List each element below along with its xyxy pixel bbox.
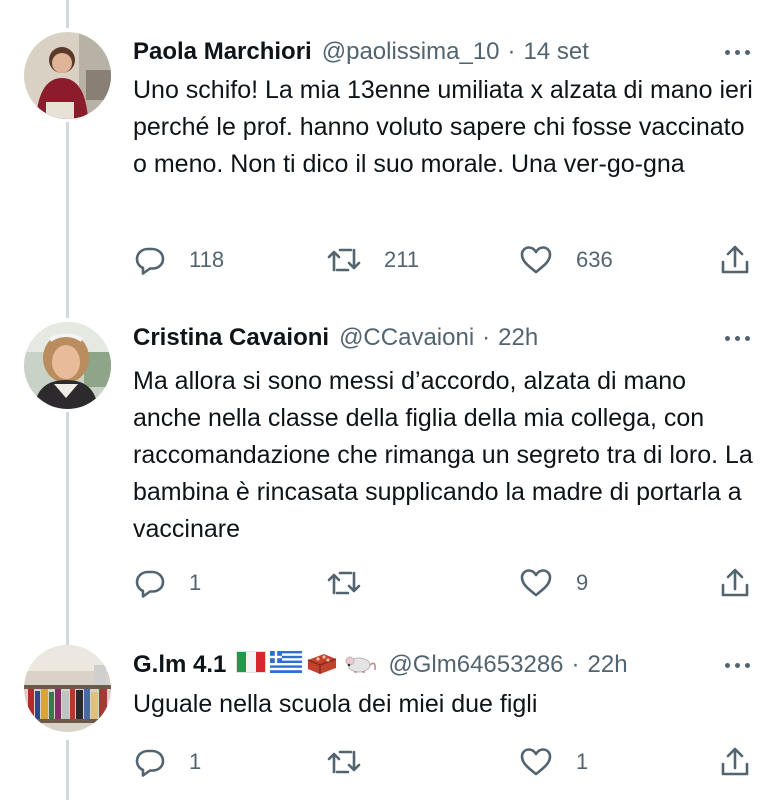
- brick-icon: [306, 650, 338, 681]
- more-options-icon[interactable]: [717, 42, 757, 62]
- like-button[interactable]: 1: [518, 742, 588, 782]
- like-count: 1: [576, 749, 589, 774]
- retweet-icon: [326, 243, 362, 277]
- display-name[interactable]: G.lm 4.1: [133, 651, 226, 679]
- tweet-actions: 118 211 636: [133, 240, 758, 280]
- tweet-text: Uguale nella scuola dei miei due figli: [133, 690, 538, 718]
- retweet-button[interactable]: [326, 742, 384, 782]
- reply-button[interactable]: 1: [133, 563, 201, 603]
- share-button[interactable]: [718, 742, 752, 782]
- reply-count: 118: [189, 247, 225, 272]
- retweet-button[interactable]: 211: [326, 240, 419, 280]
- tweet-header: Paola Marchiori @paolissima_10 · 14 set: [133, 36, 589, 68]
- timestamp[interactable]: 22h: [588, 651, 628, 679]
- timestamp[interactable]: 14 set: [524, 38, 589, 66]
- separator: ·: [571, 651, 580, 678]
- user-handle[interactable]: @Glm64653286: [388, 651, 563, 679]
- avatar[interactable]: [24, 32, 111, 119]
- retweet-count: 211: [384, 247, 420, 272]
- reply-count: 1: [189, 749, 202, 774]
- retweet-icon: [326, 745, 362, 779]
- tweet-text: Ma allora si sono messi d’accordo, alzat…: [133, 367, 753, 543]
- share-icon: [718, 745, 752, 779]
- like-icon: [518, 745, 554, 779]
- like-count: 9: [576, 570, 589, 595]
- like-count: 636: [576, 247, 613, 272]
- more-options-icon[interactable]: [717, 328, 757, 348]
- reply-icon: [133, 745, 167, 779]
- tweet[interactable]: Cristina Cavaioni @CCavaioni · 22h Ma al…: [0, 305, 780, 635]
- like-icon: [518, 566, 554, 600]
- user-handle[interactable]: @CCavaioni: [339, 324, 474, 352]
- display-name[interactable]: Cristina Cavaioni: [133, 324, 329, 352]
- share-button[interactable]: [718, 563, 752, 603]
- flag-italy-icon: [236, 650, 267, 680]
- tweet-header: G.lm 4.1 @Glm64653286 · 22h: [133, 649, 628, 681]
- separator: ·: [482, 324, 491, 351]
- avatar[interactable]: [24, 645, 111, 732]
- user-handle[interactable]: @paolissima_10: [322, 38, 500, 66]
- like-button[interactable]: 636: [518, 240, 613, 280]
- tweet-actions: 1 1: [133, 742, 758, 782]
- tweet-text: Uno schifo! La mia 13enne umiliata x alz…: [133, 76, 753, 178]
- retweet-button[interactable]: [326, 563, 384, 603]
- like-icon: [518, 243, 554, 277]
- tweet[interactable]: G.lm 4.1 @Glm64653286 · 22h Uguale nella…: [0, 635, 780, 800]
- flag-greece-icon: [270, 650, 303, 680]
- more-options-icon[interactable]: [717, 655, 757, 675]
- reply-button[interactable]: 1: [133, 742, 201, 782]
- share-icon: [718, 566, 752, 600]
- share-button[interactable]: [718, 240, 752, 280]
- tweet[interactable]: Paola Marchiori @paolissima_10 · 14 set …: [0, 0, 780, 305]
- reply-icon: [133, 566, 167, 600]
- tweet-header: Cristina Cavaioni @CCavaioni · 22h: [133, 322, 538, 354]
- reply-icon: [133, 243, 167, 277]
- like-button[interactable]: 9: [518, 563, 588, 603]
- reply-button[interactable]: 118: [133, 240, 224, 280]
- display-name[interactable]: Paola Marchiori: [133, 38, 312, 66]
- share-icon: [718, 243, 752, 277]
- tweet-actions: 1 9: [133, 563, 758, 603]
- mouse-icon: [342, 650, 378, 681]
- separator: ·: [507, 38, 516, 65]
- retweet-icon: [326, 566, 362, 600]
- timestamp[interactable]: 22h: [498, 324, 538, 352]
- reply-count: 1: [189, 570, 202, 595]
- avatar[interactable]: [24, 322, 111, 409]
- name-emojis: [236, 650, 378, 681]
